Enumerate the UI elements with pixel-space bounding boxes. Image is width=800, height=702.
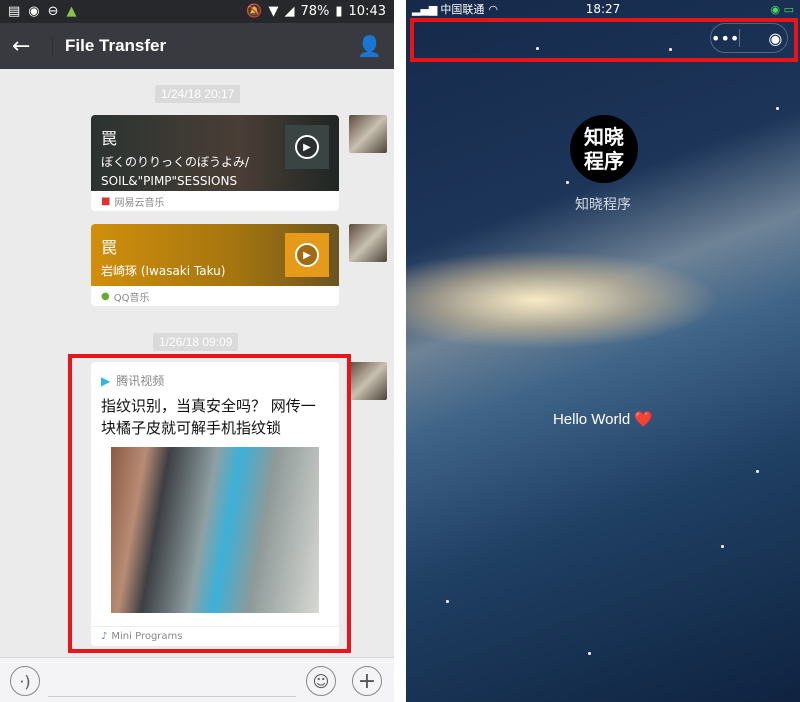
app-logo: 知晓程序 [570, 115, 638, 183]
timestamp: 1/26/18 09:09 [153, 333, 239, 351]
heart-icon: ❤️ [634, 411, 654, 428]
star [536, 47, 539, 50]
star [669, 48, 672, 51]
star [588, 652, 591, 655]
battery-level: 78% [300, 4, 330, 19]
clock: 18:27 [585, 2, 621, 16]
nav-bar: ← File Transfer 👤 [0, 23, 394, 69]
netease-music-icon: ■ [101, 195, 111, 207]
clock: 10:43 [348, 4, 386, 19]
avatar[interactable] [349, 115, 387, 153]
voice-icon[interactable]: ·) [10, 666, 40, 696]
battery-icon: ▮ [335, 4, 343, 19]
wifi-icon: ▼ [268, 4, 279, 19]
input-bar: ·) ☺ + [0, 657, 394, 702]
star [566, 181, 569, 184]
qq-music-icon: ● [101, 290, 110, 302]
profile-icon[interactable]: 👤 [357, 34, 382, 58]
app-name: 知晓程序 [575, 197, 631, 213]
star [776, 107, 779, 110]
music-card-netease[interactable]: 罠 ぼくのりりっくのぼうよみ/ SOIL&"PIMP"SESSIONS ▶ ■ 网… [91, 115, 339, 211]
back-arrow-icon[interactable]: ← [12, 34, 52, 59]
page-title: File Transfer [52, 36, 166, 56]
star [721, 545, 724, 548]
hello-text: Hello World ❤️ [552, 411, 654, 428]
message-icon: ▤ [8, 4, 21, 19]
wechat-icon: ◉ [28, 4, 40, 19]
highlight-box [68, 354, 351, 653]
android-icon: ▲ [66, 4, 77, 19]
star [446, 600, 449, 603]
music-card-qq[interactable]: 罠 岩崎琢 (Iwasaki Taku) ▶ ● QQ音乐 [91, 224, 339, 306]
status-bar: ▂▄▆ 中国联通 ◠ 18:27 ◉ ▭ [406, 0, 800, 18]
mute-icon: 🔕 [246, 4, 263, 19]
source-label: QQ音乐 [113, 292, 150, 304]
plus-icon[interactable]: + [352, 666, 382, 696]
highlight-box [410, 18, 798, 62]
emoji-icon[interactable]: ☺ [306, 666, 336, 696]
star [756, 470, 759, 473]
signal-icon: ◢ [284, 4, 295, 19]
text-input[interactable] [48, 696, 296, 697]
song-artist-2: SOIL&"PIMP"SESSIONS [101, 174, 238, 188]
teamviewer-icon: ⊖ [47, 4, 59, 19]
timestamp: 1/24/18 20:17 [155, 85, 241, 103]
source-label: 网易云音乐 [114, 197, 165, 209]
wechat-chat-screen: ▤ ◉ ⊖ ▲ 🔕 ▼ ◢ 78% ▮ 10:43 ← File Transfe… [0, 0, 394, 702]
avatar[interactable] [349, 224, 387, 262]
mini-program-screen: ▂▄▆ 中国联通 ◠ 18:27 ◉ ▭ ••• ◉ 知晓程序 知晓程序 Hel… [406, 0, 800, 702]
status-bar: ▤ ◉ ⊖ ▲ 🔕 ▼ ◢ 78% ▮ 10:43 [0, 0, 394, 23]
play-icon[interactable]: ▶ [295, 243, 319, 267]
play-icon[interactable]: ▶ [295, 135, 319, 159]
avatar[interactable] [349, 362, 387, 400]
